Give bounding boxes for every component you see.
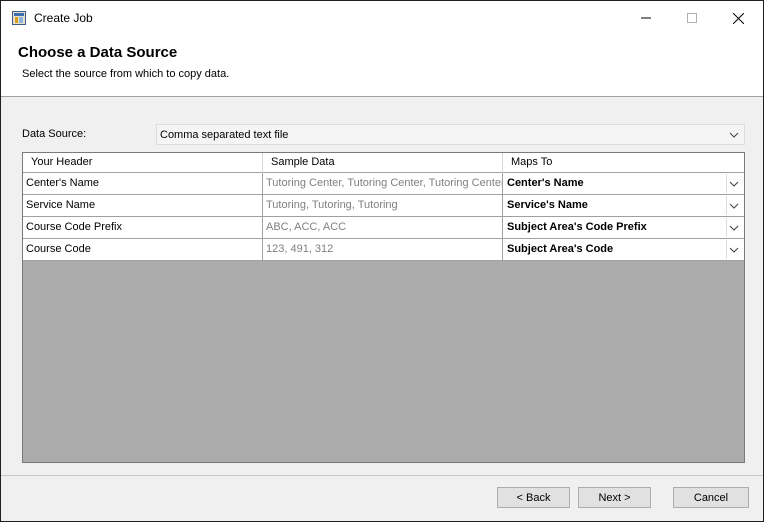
grid-header-row: Your Header Sample Data Maps To	[23, 153, 744, 173]
sample-data-cell: Tutoring, Tutoring, Tutoring	[263, 195, 503, 216]
maps-to-dropdown[interactable]: Center's Name	[503, 173, 744, 194]
chevron-down-icon	[729, 247, 739, 253]
chevron-down-icon	[729, 181, 739, 187]
create-job-window: Create Job Choose a Data Source Select t…	[0, 0, 764, 522]
table-row[interactable]: Course Code 123, 491, 312 Subject Area's…	[23, 239, 744, 261]
data-source-value: Comma separated text file	[160, 129, 289, 141]
maps-to-value: Subject Area's Code	[507, 243, 614, 255]
your-header-cell[interactable]: Course Code	[23, 239, 263, 260]
maps-to-dropdown[interactable]: Service's Name	[503, 195, 744, 216]
maximize-icon	[687, 13, 697, 23]
maps-to-value: Service's Name	[507, 199, 588, 211]
maps-to-dropdown[interactable]: Subject Area's Code Prefix	[503, 217, 744, 238]
chevron-down-icon	[729, 132, 739, 138]
maps-to-dropdown[interactable]: Subject Area's Code	[503, 239, 744, 260]
next-button[interactable]: Next >	[578, 487, 651, 508]
sample-data-cell: ABC, ACC, ACC	[263, 217, 503, 238]
column-header-sample-data[interactable]: Sample Data	[263, 153, 503, 173]
your-header-cell[interactable]: Center's Name	[23, 173, 263, 194]
table-row[interactable]: Service Name Tutoring, Tutoring, Tutorin…	[23, 195, 744, 217]
maximize-button[interactable]	[669, 1, 715, 35]
back-button[interactable]: < Back	[497, 487, 570, 508]
dropdown-divider	[726, 240, 727, 259]
your-header-cell[interactable]: Service Name	[23, 195, 263, 216]
column-header-maps-to[interactable]: Maps To	[503, 153, 744, 173]
column-header-your-header[interactable]: Your Header	[23, 153, 263, 173]
minimize-button[interactable]	[623, 1, 669, 35]
app-window-icon	[12, 11, 26, 25]
table-row[interactable]: Course Code Prefix ABC, ACC, ACC Subject…	[23, 217, 744, 239]
wizard-header: Choose a Data Source Select the source f…	[1, 35, 763, 97]
dropdown-divider	[726, 218, 727, 237]
maps-to-value: Center's Name	[507, 177, 584, 189]
cancel-button[interactable]: Cancel	[673, 487, 749, 508]
maps-to-value: Subject Area's Code Prefix	[507, 221, 647, 233]
chevron-down-icon	[729, 225, 739, 231]
mapping-grid[interactable]: Your Header Sample Data Maps To Center's…	[22, 152, 745, 463]
your-header-cell[interactable]: Course Code Prefix	[23, 217, 263, 238]
page-title: Choose a Data Source	[18, 44, 178, 61]
close-icon	[732, 12, 744, 24]
title-bar[interactable]: Create Job	[1, 1, 763, 35]
dropdown-divider	[726, 196, 727, 215]
chevron-down-icon	[729, 203, 739, 209]
window-title: Create Job	[34, 11, 93, 25]
data-source-dropdown[interactable]: Comma separated text file	[156, 124, 745, 145]
data-source-label: Data Source:	[22, 128, 87, 140]
close-button[interactable]	[715, 1, 761, 35]
minimize-icon	[641, 17, 651, 19]
table-row[interactable]: Center's Name Tutoring Center, Tutoring …	[23, 173, 744, 195]
sample-data-cell: 123, 491, 312	[263, 239, 503, 260]
sample-data-cell: Tutoring Center, Tutoring Center, Tutori…	[263, 173, 503, 194]
page-subtitle: Select the source from which to copy dat…	[22, 68, 230, 80]
dropdown-divider	[726, 174, 727, 193]
wizard-footer: < Back Next > Cancel	[1, 475, 763, 521]
